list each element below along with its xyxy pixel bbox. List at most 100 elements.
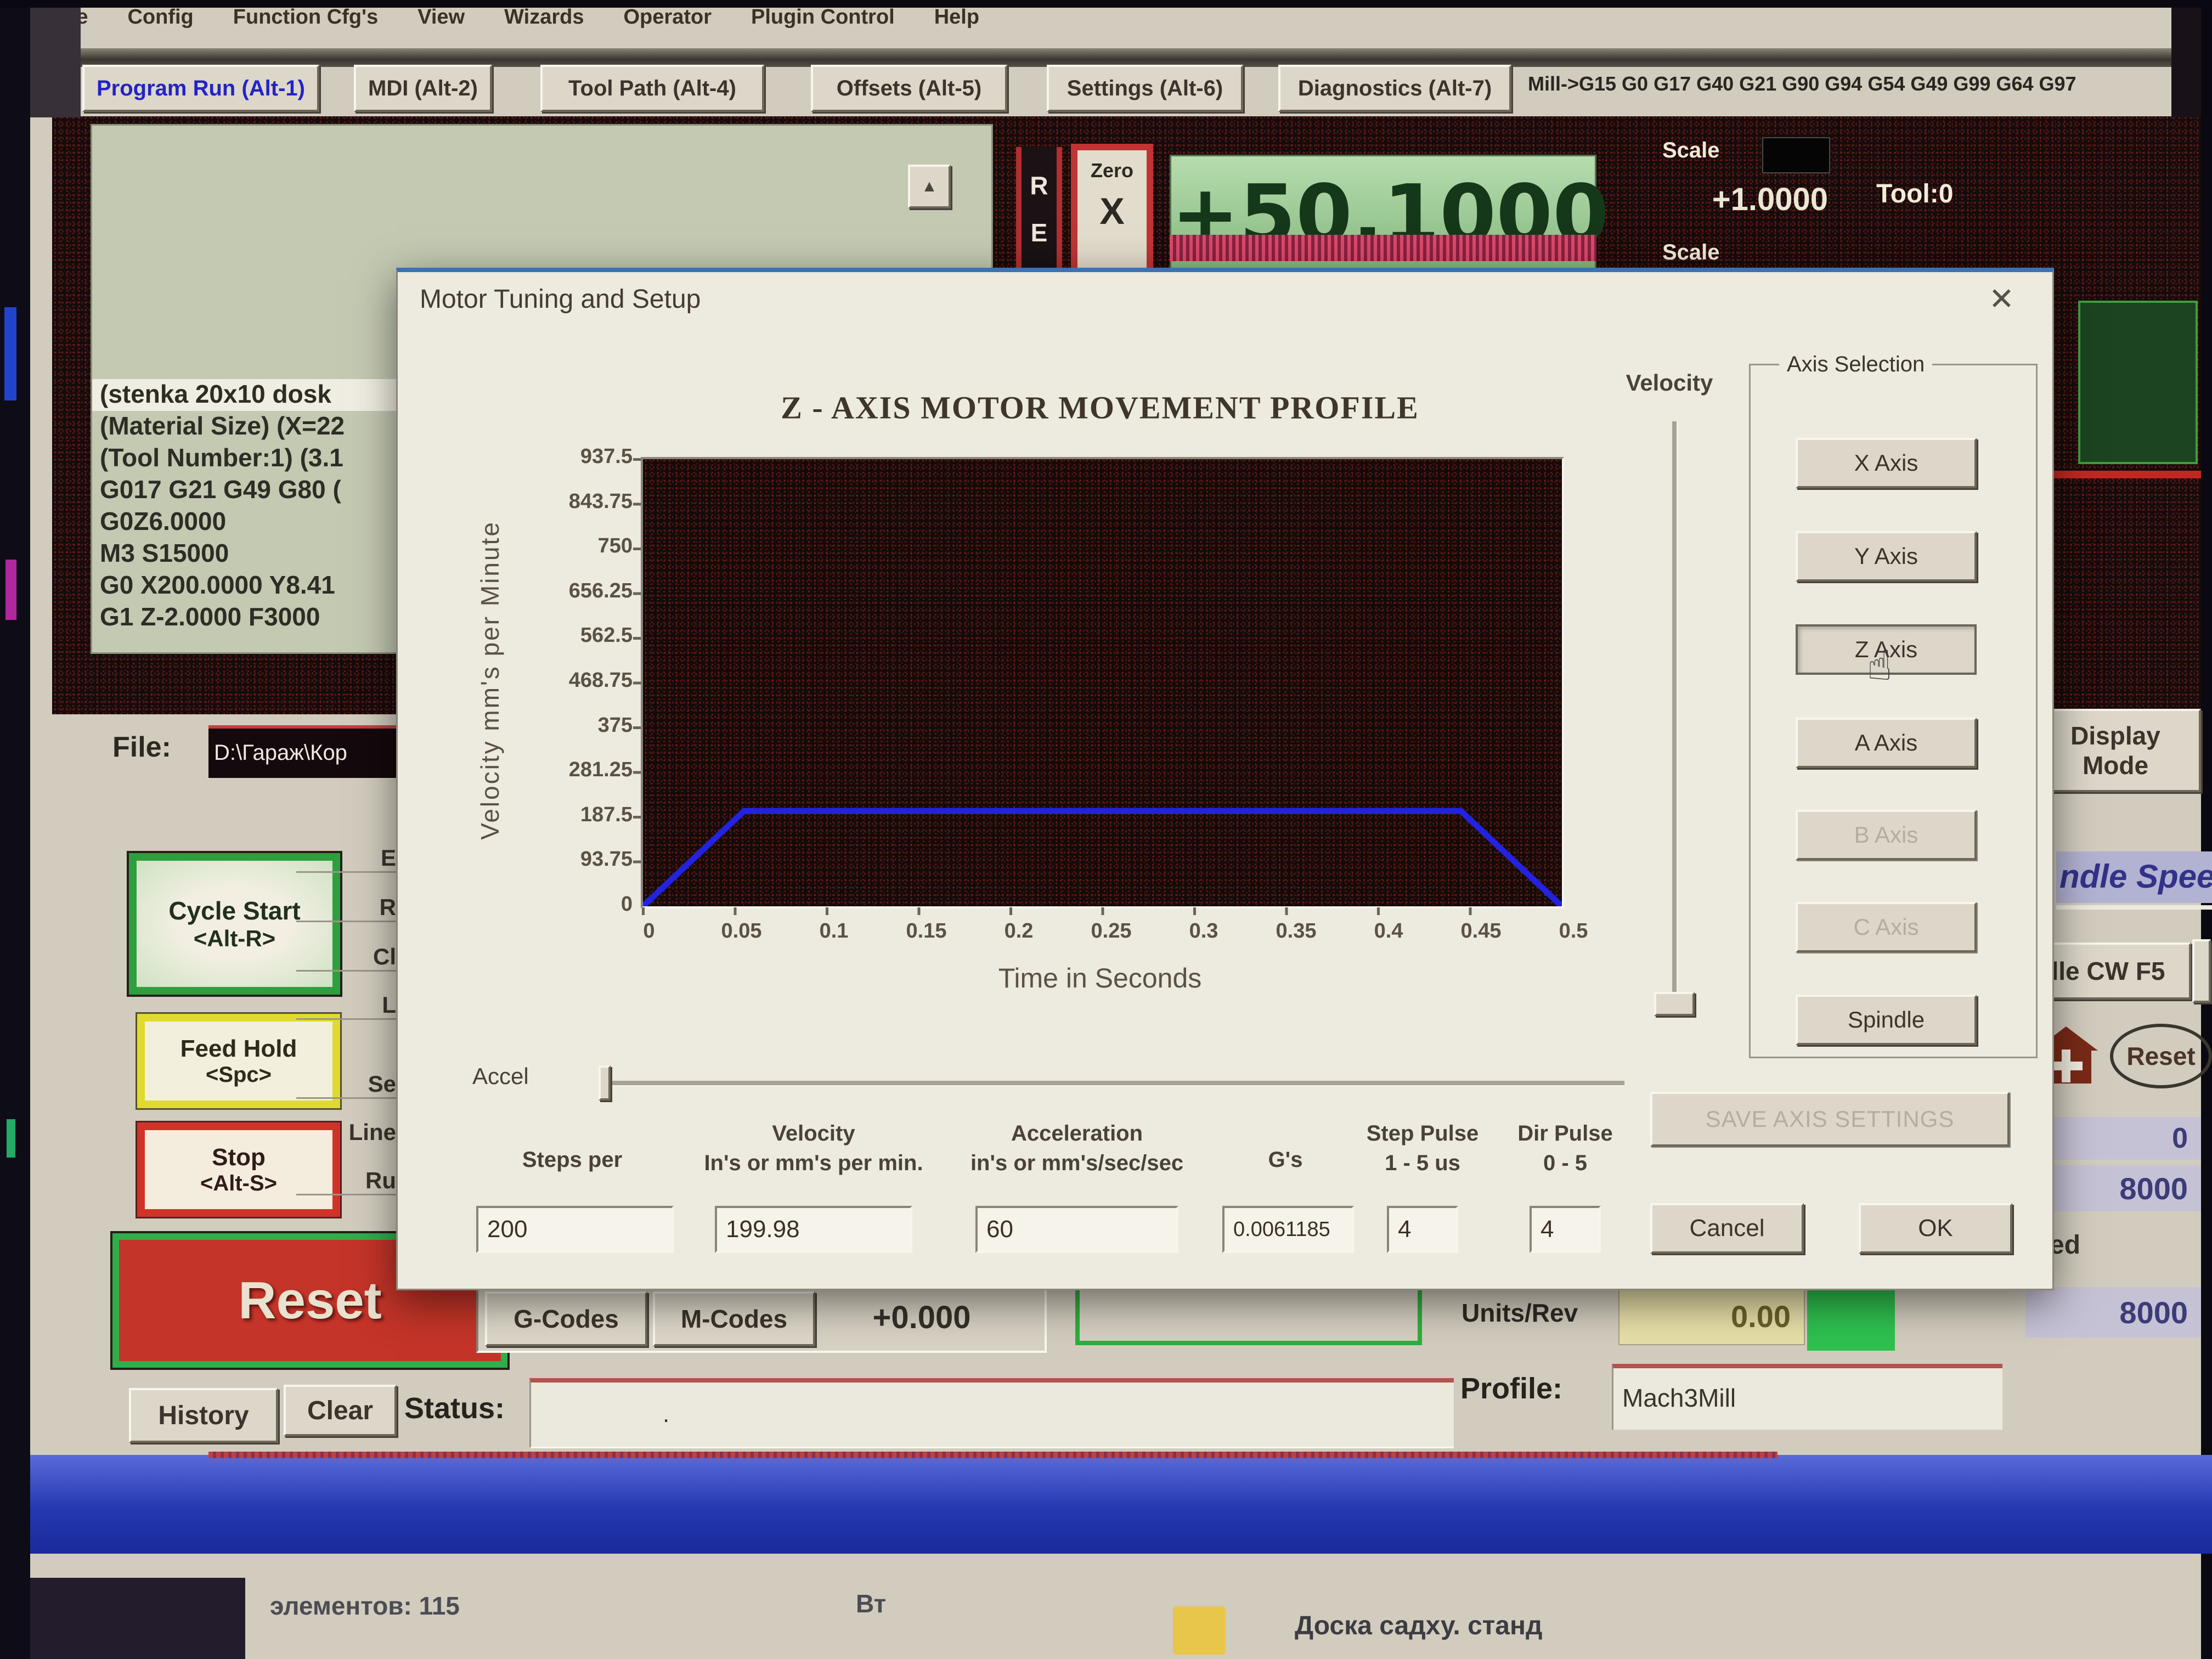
- menu-item-wizards[interactable]: Wizards: [504, 5, 584, 29]
- clear-status-button[interactable]: Clear: [284, 1385, 397, 1436]
- hidden-button-fragment[interactable]: Ru: [296, 1167, 396, 1195]
- gs-input[interactable]: [1222, 1206, 1354, 1253]
- tab-offsets[interactable]: Offsets (Alt-5): [811, 65, 1007, 112]
- spindle-speed-header: ndle Spee: [2056, 851, 2212, 903]
- tab-mdi[interactable]: MDI (Alt-2): [354, 65, 492, 112]
- units-rev-value[interactable]: 0.00: [1618, 1289, 1805, 1345]
- mcodes-button[interactable]: M-Codes: [653, 1291, 815, 1346]
- tab-diagnostics-label: Diagnostics (Alt-7): [1298, 76, 1492, 101]
- y-tick: 468.75: [569, 669, 633, 692]
- profile-field[interactable]: Mach3Mill: [1612, 1364, 2002, 1430]
- hidden-button-fragment[interactable]: Line: [296, 1119, 396, 1146]
- scale-label-2: Scale: [1662, 240, 1720, 265]
- gcode-scroll-up-button[interactable]: ▲: [908, 165, 951, 208]
- steps-per-input[interactable]: [476, 1206, 674, 1253]
- y-axis-title: Velocity mm's per Minute: [475, 521, 505, 840]
- spindle-button[interactable]: Spindle: [1796, 995, 1977, 1045]
- y-tick: 843.75: [569, 490, 633, 514]
- velocity-slider-thumb[interactable]: [1654, 992, 1695, 1016]
- zero-x-axis-letter: X: [1099, 190, 1124, 233]
- feed-hold-key: <Spc>: [206, 1063, 272, 1087]
- x-tick: 0.4: [1358, 919, 1419, 947]
- step-pulse-label-1: Step Pulse: [1367, 1121, 1479, 1146]
- velocity-slider-track[interactable]: [1672, 421, 1678, 1017]
- motor-tuning-dialog: Motor Tuning and Setup ✕ Z - AXIS MOTOR …: [396, 268, 2054, 1290]
- cycle-start-button[interactable]: Cycle Start <Alt-R>: [129, 853, 340, 995]
- tab-tool-path-label: Tool Path (Alt-4): [568, 76, 736, 101]
- spindle-cw-spinner[interactable]: [2192, 939, 2211, 1003]
- menu-item-operator[interactable]: Operator: [624, 5, 712, 29]
- velocity-input[interactable]: [715, 1206, 912, 1253]
- noise-sliver-green: [7, 1119, 15, 1158]
- menu-item-help[interactable]: Help: [934, 5, 979, 29]
- menu-item-config[interactable]: Config: [127, 5, 193, 29]
- dir-pulse-label-1: Dir Pulse: [1517, 1121, 1612, 1146]
- menu-item-plugin-control[interactable]: Plugin Control: [751, 5, 895, 29]
- close-icon[interactable]: ✕: [1989, 281, 2015, 317]
- hidden-button-fragment[interactable]: E: [296, 845, 396, 873]
- cursor-icon: ☝: [1867, 641, 1892, 690]
- status-field[interactable]: .: [529, 1378, 1454, 1448]
- tab-diagnostics[interactable]: Diagnostics (Alt-7): [1278, 65, 1511, 112]
- b-axis-button: B Axis: [1796, 810, 1977, 860]
- x-tick: 0.15: [896, 919, 957, 947]
- menu-item-view[interactable]: View: [417, 5, 465, 29]
- photo-left-edge: [0, 0, 30, 1659]
- hidden-button-fragment[interactable]: Cl: [296, 944, 396, 972]
- hidden-button-fragment[interactable]: R: [296, 894, 396, 922]
- folder-icon[interactable]: [1173, 1606, 1226, 1655]
- hidden-button-fragment[interactable]: Se: [296, 1071, 396, 1099]
- blue-bar-red-stripe: [208, 1452, 1778, 1458]
- tab-mdi-label: MDI (Alt-2): [368, 76, 478, 101]
- spindle-status-green-block: [1807, 1283, 1895, 1351]
- dro-divider-stripes: [1170, 235, 1596, 261]
- x-tick: 0: [619, 919, 679, 947]
- z-inhibit-dro: +0.000: [823, 1299, 1020, 1336]
- menu-item-function-cfgs[interactable]: Function Cfg's: [233, 5, 378, 29]
- display-mode-button[interactable]: Display Mode: [2030, 709, 2201, 792]
- c-axis-button: C Axis: [1796, 902, 1977, 952]
- tab-offsets-label: Offsets (Alt-5): [837, 76, 981, 101]
- dir-pulse-input[interactable]: [1530, 1206, 1601, 1253]
- y-tick: 281.25: [569, 758, 633, 782]
- y-tick: 375: [598, 714, 633, 737]
- gcodes-button[interactable]: G-Codes: [485, 1291, 647, 1346]
- x-axis-button[interactable]: X Axis: [1796, 438, 1977, 488]
- acceleration-input[interactable]: [975, 1206, 1178, 1253]
- accel-slider-track[interactable]: [599, 1081, 1624, 1087]
- accel-slider-thumb[interactable]: [599, 1065, 611, 1101]
- tab-program-run-label: Program Run (Alt-1): [97, 76, 305, 101]
- x-axis-title: Time in Seconds: [998, 962, 1202, 994]
- photo-right-edge: [2201, 0, 2212, 1659]
- y-axis-button[interactable]: Y Axis: [1796, 531, 1977, 582]
- history-button[interactable]: History: [129, 1388, 278, 1443]
- cancel-button[interactable]: Cancel: [1650, 1203, 1804, 1254]
- tab-settings-label: Settings (Alt-6): [1067, 76, 1223, 101]
- ok-button[interactable]: OK: [1859, 1203, 2012, 1254]
- stop-key: <Alt-S>: [200, 1171, 277, 1196]
- y-axis-tick-labels: 937.5 843.75 750 656.25 562.5 468.75 375…: [528, 445, 633, 916]
- feed-hold-label: Feed Hold: [180, 1035, 297, 1063]
- toolpath-display[interactable]: [2078, 301, 2198, 464]
- x-tick: 0.05: [712, 919, 772, 947]
- save-axis-settings-label: SAVE AXIS SETTINGS: [1706, 1106, 1955, 1132]
- tab-program-run[interactable]: Program Run (Alt-1): [82, 65, 319, 112]
- a-axis-button[interactable]: A Axis: [1796, 718, 1977, 768]
- taskbar-doc-title[interactable]: Доска садху. станд: [1295, 1611, 1542, 1641]
- display-mode-line1: Display: [2070, 721, 2160, 751]
- photo-corner-top-left: [30, 8, 81, 117]
- spindle-reset-button[interactable]: Reset: [2110, 1024, 2212, 1088]
- active-gcode-modes: Mill->G15 G0 G17 G40 G21 G90 G94 G54 G49…: [1528, 72, 2197, 95]
- x-axis-tick-labels: 0 0.05 0.1 0.15 0.2 0.25 0.3 0.35 0.4 0.…: [619, 919, 1604, 947]
- x-tick: 0.3: [1173, 919, 1234, 947]
- tab-tool-path[interactable]: Tool Path (Alt-4): [540, 65, 764, 112]
- file-path-field[interactable]: D:\Гараж\Кор: [208, 725, 396, 778]
- scale-value[interactable]: +1.0000: [1657, 181, 1828, 218]
- save-axis-settings-button: SAVE AXIS SETTINGS: [1650, 1092, 2010, 1147]
- accel-field-label-1: Acceleration: [1011, 1121, 1143, 1146]
- photo-corner-top-right: [2171, 8, 2201, 117]
- tab-settings[interactable]: Settings (Alt-6): [1047, 65, 1243, 112]
- step-pulse-input[interactable]: [1387, 1206, 1458, 1253]
- file-label: File:: [112, 731, 171, 764]
- hidden-button-fragment[interactable]: L: [296, 992, 396, 1020]
